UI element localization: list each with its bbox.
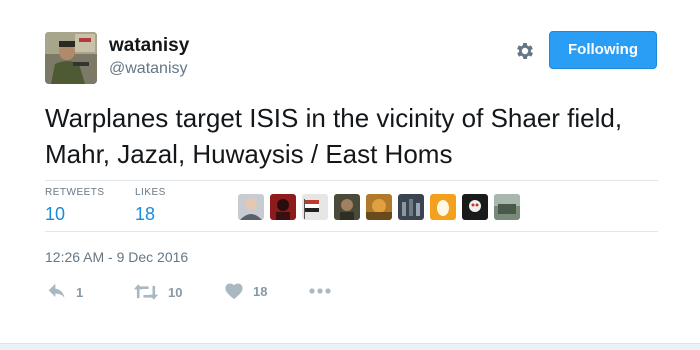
- retweets-count[interactable]: 10: [45, 204, 105, 225]
- tweet-timestamp[interactable]: 12:26 AM - 9 Dec 2016: [45, 249, 188, 265]
- liker-avatar[interactable]: [270, 194, 296, 220]
- retweets-stat[interactable]: RETWEETS 10: [45, 187, 105, 225]
- divider: [45, 180, 658, 181]
- divider: [45, 231, 658, 232]
- liker-avatar[interactable]: [334, 194, 360, 220]
- tweet-card: watanisy @watanisy Following Warplanes t…: [0, 0, 700, 350]
- reply-button[interactable]: 1: [47, 282, 83, 302]
- liker-avatar[interactable]: [238, 194, 264, 220]
- liker-avatars: [238, 194, 520, 220]
- user-handle[interactable]: @watanisy: [109, 60, 188, 78]
- profile-avatar[interactable]: [45, 32, 97, 84]
- retweet-button[interactable]: 10: [133, 282, 182, 302]
- display-name[interactable]: watanisy: [109, 35, 189, 57]
- retweet-count: 10: [168, 284, 183, 300]
- reply-icon: [48, 283, 65, 298]
- following-button[interactable]: Following: [549, 31, 657, 69]
- retweets-label: RETWEETS: [45, 187, 105, 198]
- more-icon: [309, 288, 331, 294]
- heart-icon: [225, 283, 243, 300]
- like-count: 18: [253, 283, 268, 299]
- liker-avatar[interactable]: [366, 194, 392, 220]
- likes-label: LIKES: [135, 187, 166, 198]
- tweet-text: Warplanes target ISIS in the vicinity of…: [45, 103, 623, 169]
- liker-avatar[interactable]: [430, 194, 456, 220]
- liker-avatar[interactable]: [462, 194, 488, 220]
- liker-avatar[interactable]: [494, 194, 520, 220]
- gear-icon[interactable]: [514, 40, 536, 62]
- avatar-image: [45, 32, 97, 84]
- reply-count: 1: [76, 284, 84, 300]
- liker-avatar[interactable]: [302, 194, 328, 220]
- more-button[interactable]: [308, 284, 332, 298]
- likes-stat[interactable]: LIKES 18: [135, 187, 166, 225]
- like-button[interactable]: 18: [224, 282, 267, 300]
- likes-count[interactable]: 18: [135, 204, 166, 225]
- card-bottom-edge: [0, 343, 700, 350]
- retweet-icon: [133, 284, 159, 300]
- liker-avatar[interactable]: [398, 194, 424, 220]
